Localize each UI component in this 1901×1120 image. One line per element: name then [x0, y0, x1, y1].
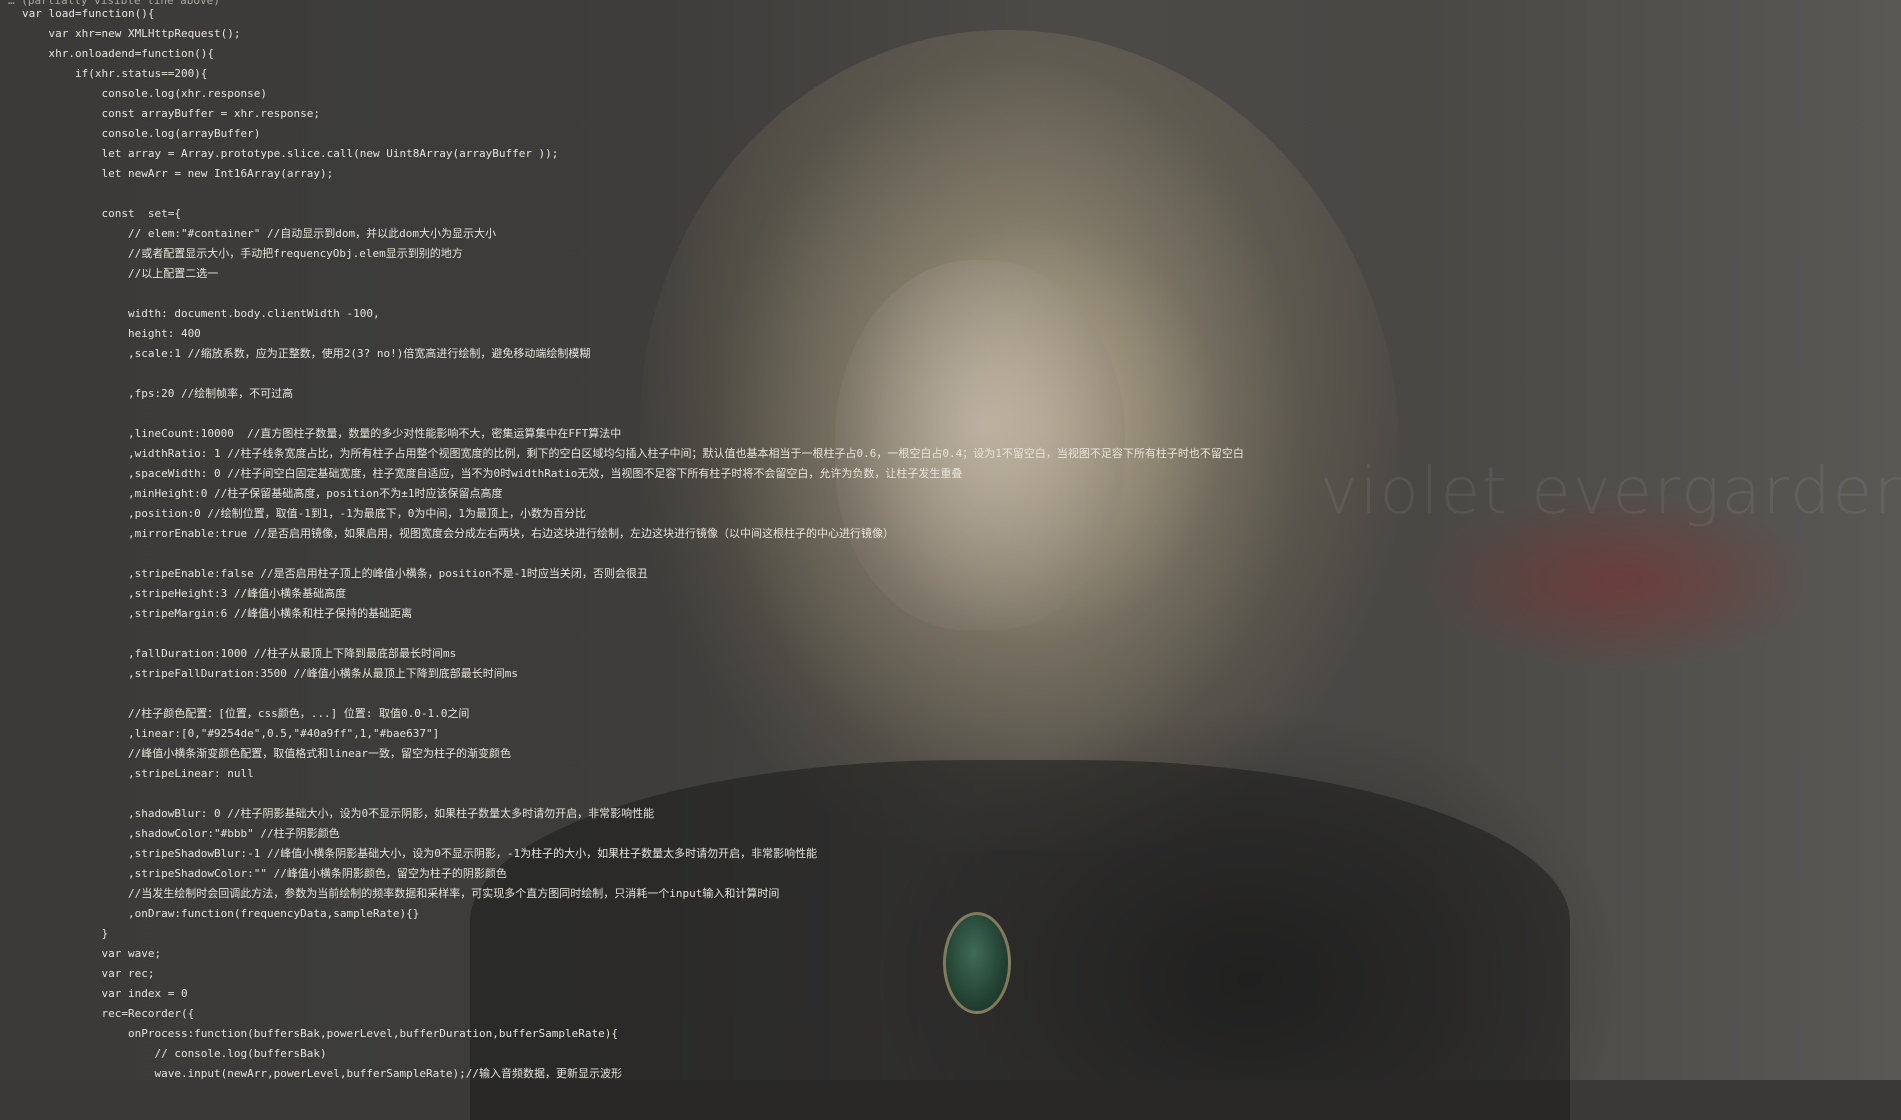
code-line: console.log(xhr.response) — [22, 87, 268, 100]
code-line: ,stripeShadowColor:"" //峰值小横条阴影颜色，留空为柱子的… — [22, 867, 507, 880]
code-line: ,position:0 //绘制位置，取值-1到1，-1为最底下，0为中间，1为… — [22, 507, 587, 520]
code-line: ,lineCount:10000 //直方图柱子数量，数量的多少对性能影响不大，… — [22, 427, 622, 440]
code-line: // console.log(buffersBak) — [22, 1047, 327, 1060]
code-line: ,stripeFallDuration:3500 //峰值小横条从最顶上下降到底… — [22, 667, 519, 680]
code-line: ,stripeLinear: null — [22, 767, 254, 780]
code-line: ,fallDuration:1000 //柱子从最顶上下降到最底部最长时间ms — [22, 647, 457, 660]
code-line: ,stripeShadowBlur:-1 //峰值小横条阴影基础大小，设为0不显… — [22, 847, 818, 860]
code-line: console.log(arrayBuffer) — [22, 127, 261, 140]
code-line: //柱子颜色配置：[位置，css颜色，...] 位置: 取值0.0-1.0之间 — [22, 707, 470, 720]
code-line: ,stripeHeight:3 //峰值小横条基础高度 — [22, 587, 347, 600]
code-line: if(xhr.status==200){ — [22, 67, 208, 80]
code-line: ,fps:20 //绘制帧率，不可过高 — [22, 387, 294, 400]
code-line: ,onDraw:function(frequencyData,sampleRat… — [22, 907, 420, 920]
code-line: wave.input(newArr,powerLevel,bufferSampl… — [22, 1067, 622, 1080]
code-line: var xhr=new XMLHttpRequest(); — [22, 27, 241, 40]
code-line: width: document.body.clientWidth -100, — [22, 307, 380, 320]
code-line: var index = 0 — [22, 987, 188, 1000]
code-line: xhr.onloadend=function(){ — [22, 47, 215, 60]
code-line: ,stripeMargin:6 //峰值小横条和柱子保持的基础距离 — [22, 607, 413, 620]
code-line: // elem:"#container" //自动显示到dom，并以此dom大小… — [22, 227, 497, 240]
code-line: let array = Array.prototype.slice.call(n… — [22, 147, 559, 160]
code-line: var rec; — [22, 967, 155, 980]
code-line: ,linear:[0,"#9254de",0.5,"#40a9ff",1,"#b… — [22, 727, 440, 740]
code-line: //当发生绘制时会回调此方法，参数为当前绘制的频率数据和采样率，可实现多个直方图… — [22, 887, 780, 900]
code-line: rec=Recorder({ — [22, 1007, 195, 1020]
code-line: const set={ — [22, 207, 181, 220]
code-line: //或者配置显示大小，手动把frequencyObj.elem显示到别的地方 — [22, 247, 463, 260]
code-line: //峰值小横条渐变颜色配置，取值格式和linear一致，留空为柱子的渐变颜色 — [22, 747, 511, 760]
code-line: onProcess:function(buffersBak,powerLevel… — [22, 1027, 619, 1040]
code-line: ,scale:1 //缩放系数，应为正整数，使用2(3? no!)倍宽高进行绘制… — [22, 347, 591, 360]
code-line: ,widthRatio: 1 //柱子线条宽度占比，为所有柱子占用整个视图宽度的… — [22, 447, 1244, 460]
code-editor[interactable]: … (partially visible line above) var loa… — [0, 0, 1901, 1080]
code-line: var wave; — [22, 947, 162, 960]
code-line: ,spaceWidth: 0 //柱子间空白固定基础宽度，柱子宽度自适应，当不为… — [22, 467, 963, 480]
code-line: ,minHeight:0 //柱子保留基础高度，position不为±1时应该保… — [22, 487, 503, 500]
code-line: } — [22, 927, 109, 940]
code-line: ,shadowBlur: 0 //柱子阴影基础大小，设为0不显示阴影，如果柱子数… — [22, 807, 655, 820]
code-line: let newArr = new Int16Array(array); — [22, 167, 334, 180]
code-line: ,mirrorEnable:true //是否启用镜像，如果启用，视图宽度会分成… — [22, 527, 895, 540]
code-line: const arrayBuffer = xhr.response; — [22, 107, 321, 120]
code-line: var load=function(){ — [22, 7, 155, 20]
code-line: height: 400 — [22, 327, 201, 340]
code-line: ,shadowColor:"#bbb" //柱子阴影颜色 — [22, 827, 340, 840]
code-line: ,stripeEnable:false //是否启用柱子顶上的峰值小横条，pos… — [22, 567, 648, 580]
code-line: //以上配置二选一 — [22, 267, 219, 280]
